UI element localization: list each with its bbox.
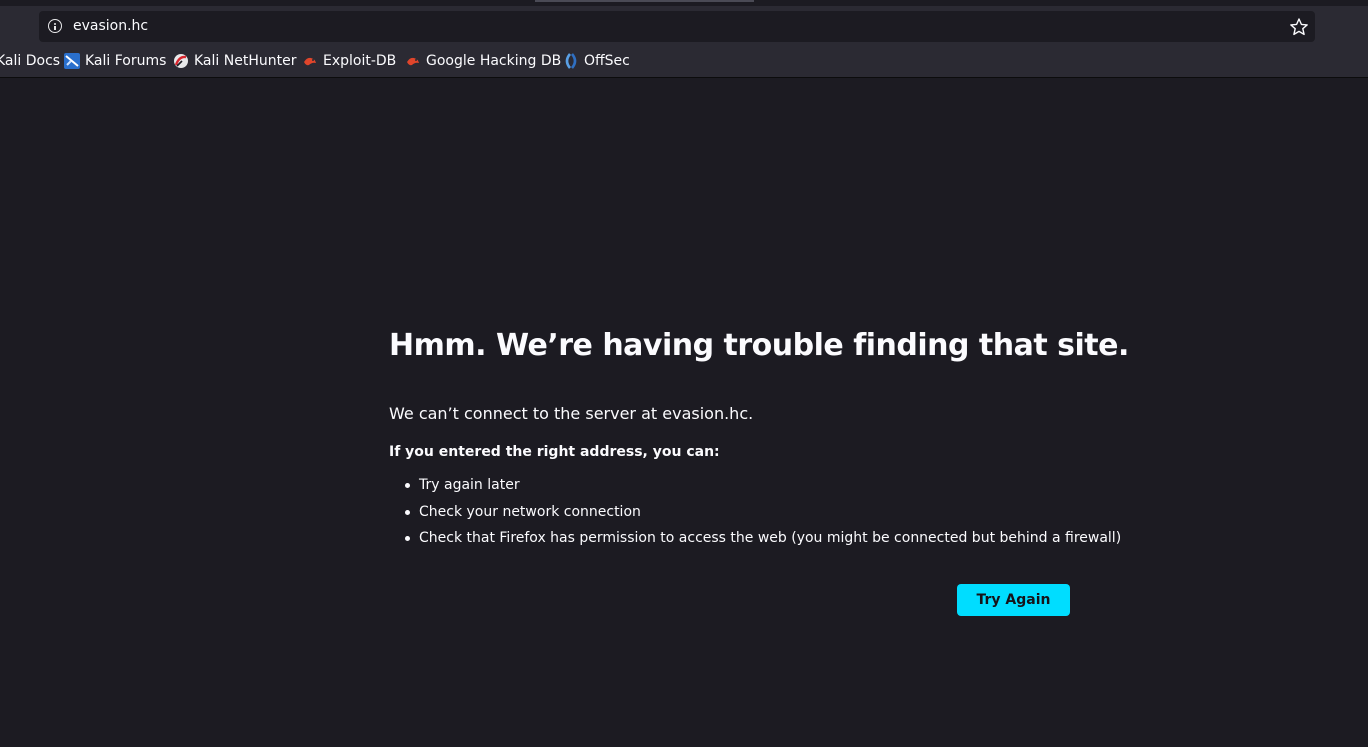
bookmark-exploit-db[interactable]: Exploit-DB — [302, 49, 396, 73]
bookmark-star-icon[interactable] — [1289, 17, 1309, 37]
bookmarks-toolbar: Kali Docs Kali Forums Kali NetHunter Exp… — [0, 49, 1368, 73]
suggestions-heading: If you entered the right address, you ca… — [389, 444, 720, 460]
nethunter-icon — [174, 54, 188, 68]
bookmark-label: Kali NetHunter — [194, 53, 297, 69]
bookmark-label: Kali Docs — [0, 53, 61, 69]
try-again-button[interactable]: Try Again — [957, 584, 1070, 616]
bookmark-offsec[interactable]: OffSec — [563, 49, 630, 73]
error-description: We can’t connect to the server at evasio… — [389, 404, 754, 423]
kali-forums-icon — [64, 53, 80, 69]
error-title: Hmm. We’re having trouble finding that s… — [389, 328, 1129, 363]
list-item: Try again later — [403, 474, 1121, 501]
bookmark-label: Google Hacking DB — [426, 53, 562, 69]
bookmark-google-hacking-db[interactable]: Google Hacking DB — [405, 49, 561, 73]
list-item: Check that Firefox has permission to acc… — [403, 527, 1121, 554]
bookmark-kali-nethunter[interactable]: Kali NetHunter — [173, 49, 296, 73]
bookmark-kali-docs[interactable]: Kali Docs — [0, 49, 60, 73]
bookmark-label: OffSec — [584, 53, 630, 69]
bookmark-kali-forums[interactable]: Kali Forums — [64, 49, 166, 73]
address-bar[interactable]: evasion.hc — [39, 11, 1315, 42]
browser-toolbar: evasion.hc Kali Docs Kali Forums Kali Ne… — [0, 6, 1368, 78]
site-info-icon[interactable] — [48, 19, 62, 33]
url-text[interactable]: evasion.hc — [73, 17, 148, 35]
active-tab-indicator[interactable] — [535, 0, 754, 2]
bookmark-label: Exploit-DB — [323, 53, 397, 69]
ghdb-icon — [407, 57, 419, 66]
suggestions-list: Try again later Check your network conne… — [403, 474, 1121, 554]
bookmark-label: Kali Forums — [85, 53, 167, 69]
exploitdb-icon — [304, 57, 316, 66]
offsec-icon — [565, 53, 577, 69]
list-item: Check your network connection — [403, 501, 1121, 528]
